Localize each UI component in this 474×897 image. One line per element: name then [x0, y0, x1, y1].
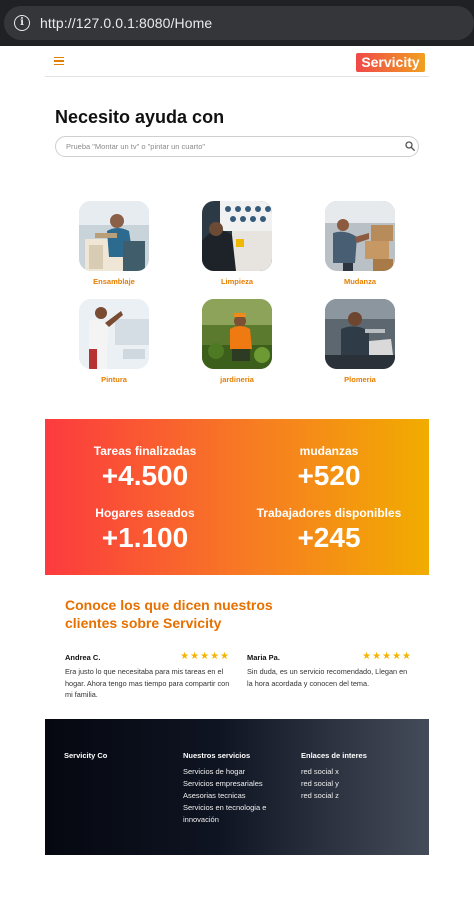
footer-link[interactable]: red social y: [301, 778, 367, 790]
pintura-photo[interactable]: [79, 299, 149, 369]
stat-item: mudanzas +520: [254, 444, 404, 492]
mudanza-photo[interactable]: [325, 201, 395, 271]
site-info-icon[interactable]: i: [14, 15, 30, 31]
stat-label: Tareas finalizadas: [93, 444, 197, 458]
footer-link[interactable]: Asesorias tecnicas: [183, 790, 283, 802]
site-footer: Servicity Co Nuestros servicios Servicio…: [45, 719, 429, 855]
footer-brand-column: Servicity Co: [64, 751, 107, 766]
stat-label: Trabajadores disponibles: [256, 506, 402, 520]
category-label[interactable]: Limpieza: [201, 277, 273, 286]
hero-title: Necesito ayuda con: [55, 107, 225, 127]
review-text: Era justo lo que necesitaba para mis tar…: [65, 667, 230, 699]
footer-brand: Servicity Co: [64, 751, 108, 760]
stat-value: +245: [297, 522, 361, 553]
category-label[interactable]: Pintura: [78, 375, 150, 384]
stat-label: mudanzas: [299, 444, 359, 458]
footer-links-column: Enlaces de interes red social x red soci…: [301, 751, 367, 802]
stat-item: Hogares aseados +1.100: [70, 506, 220, 554]
top-nav: Servicity: [45, 46, 429, 77]
stat-value: +4.500: [101, 460, 189, 491]
stat-item: Tareas finalizadas +4.500: [70, 444, 220, 492]
category-label[interactable]: Plomeria: [324, 375, 396, 384]
footer-link[interactable]: red social x: [301, 766, 367, 778]
category-jardineria[interactable]: jardineria: [201, 299, 273, 384]
category-label[interactable]: Mudanza: [324, 277, 396, 286]
footer-link[interactable]: Servicios en tecnologia e innovación: [183, 802, 283, 826]
category-label[interactable]: Ensamblaje: [78, 277, 150, 286]
star-rating-icon: ★★★★★: [362, 651, 412, 662]
footer-services-column: Nuestros servicios Servicios de hogar Se…: [183, 751, 283, 826]
category-plomeria[interactable]: Plomeria: [324, 299, 396, 384]
search-box[interactable]: [55, 136, 419, 157]
browser-toolbar: i http://127.0.0.1:8080/Home: [0, 0, 474, 46]
category-label[interactable]: jardineria: [201, 375, 273, 384]
url-text[interactable]: http://127.0.0.1:8080/Home: [40, 15, 212, 31]
hamburger-icon[interactable]: [54, 57, 64, 65]
jardineria-photo[interactable]: [202, 299, 272, 369]
footer-services-heading: Nuestros servicios: [183, 751, 251, 760]
review-card: Andrea C. ★★★★★ Era justo lo que necesit…: [65, 651, 230, 701]
footer-links-heading: Enlaces de interes: [301, 751, 367, 760]
footer-link[interactable]: Servicios empresariales: [183, 778, 283, 790]
testimonials-title: Conoce los que dicen nuestros clientes s…: [65, 597, 273, 631]
stats-banner: Tareas finalizadas +4.500 mudanzas +520 …: [45, 419, 429, 575]
review-text: Sin duda, es un servicio recomendado, Ll…: [247, 667, 408, 688]
star-rating-icon: ★★★★★: [180, 651, 230, 662]
footer-link[interactable]: red social z: [301, 790, 367, 802]
search-input[interactable]: [56, 137, 396, 156]
footer-link[interactable]: Servicios de hogar: [183, 766, 283, 778]
address-bar[interactable]: i http://127.0.0.1:8080/Home: [4, 6, 474, 40]
limpieza-photo[interactable]: [202, 201, 272, 271]
plomeria-photo[interactable]: [325, 299, 395, 369]
servicity-logo[interactable]: Servicity: [356, 53, 425, 72]
category-mudanza[interactable]: Mudanza: [324, 201, 396, 286]
category-ensamblaje[interactable]: Ensamblaje: [78, 201, 150, 286]
review-card: Maria Pa. ★★★★★ Sin duda, es un servicio…: [247, 651, 412, 689]
stat-item: Trabajadores disponibles +245: [254, 506, 404, 554]
ensamblaje-photo[interactable]: [79, 201, 149, 271]
category-limpieza[interactable]: Limpieza: [201, 201, 273, 286]
stat-value: +520: [297, 460, 361, 491]
page-content: Servicity Necesito ayuda con Ensamblaje: [45, 46, 429, 897]
stat-label: Hogares aseados: [95, 506, 195, 520]
search-icon[interactable]: [405, 141, 415, 151]
category-pintura[interactable]: Pintura: [78, 299, 150, 384]
stat-value: +1.100: [101, 522, 189, 553]
